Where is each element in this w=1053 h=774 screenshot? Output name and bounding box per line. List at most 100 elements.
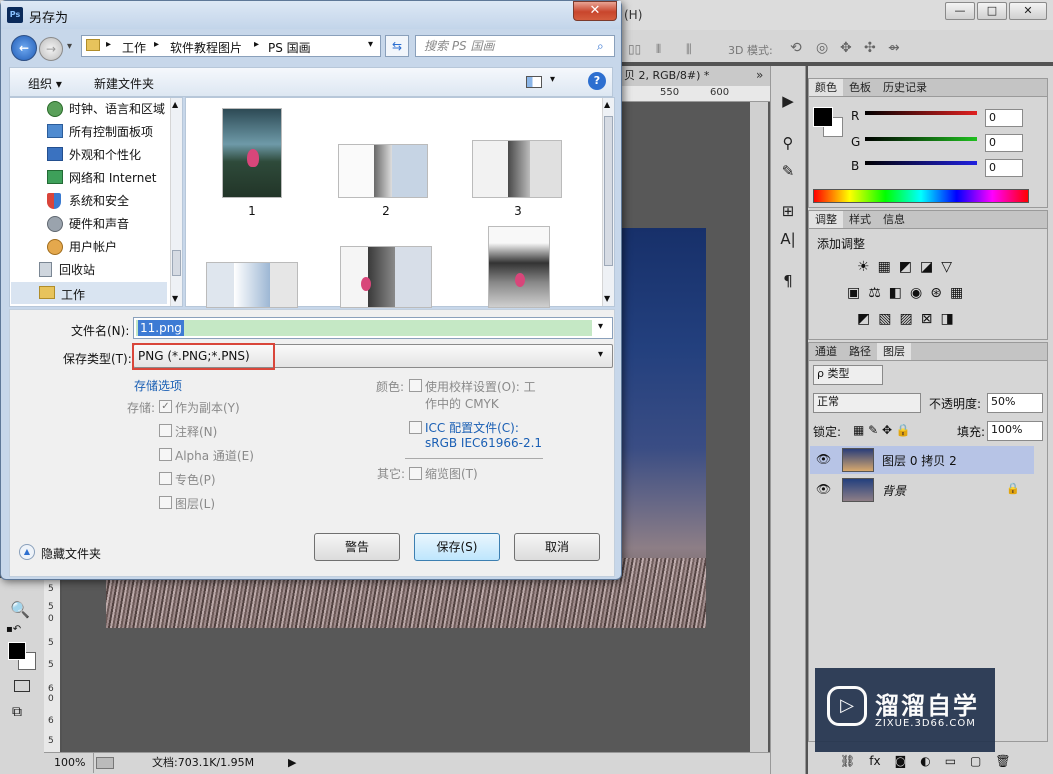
doc-tab[interactable]: 贝 2, RGB/8#) *: [620, 66, 770, 86]
status-arrow-icon[interactable]: ▶: [288, 753, 296, 773]
align-icon[interactable]: ▯▯: [628, 42, 641, 56]
exposure-icon[interactable]: ◪: [920, 259, 933, 275]
files-scroll-thumb[interactable]: [604, 116, 613, 266]
3d-rotate-icon[interactable]: ⟲: [790, 40, 802, 56]
file-label[interactable]: 1: [222, 204, 282, 218]
refresh-icon[interactable]: ⇆: [385, 35, 409, 57]
foreground-color-swatch[interactable]: [8, 642, 26, 660]
nav-scroll-thumb[interactable]: [172, 250, 181, 276]
organize-button[interactable]: 组织 ▾: [28, 75, 62, 92]
filename-value[interactable]: 11.png: [138, 320, 184, 336]
new-layer-icon[interactable]: ▢: [970, 754, 981, 768]
bw-icon[interactable]: ◧: [889, 285, 902, 301]
file-list[interactable]: ▲ ▼ 1 2 3: [185, 97, 615, 308]
align-h-icon[interactable]: ⫼: [686, 42, 692, 57]
nav-scrollbar[interactable]: ▲ ▼: [170, 98, 182, 306]
search-icon[interactable]: ⌕: [597, 39, 604, 54]
play-icon[interactable]: ▶: [777, 90, 799, 112]
scroll-down-icon[interactable]: ▼: [172, 294, 178, 303]
view-icon[interactable]: [526, 76, 542, 88]
scroll-up-icon[interactable]: ▲: [172, 100, 178, 109]
fx-icon[interactable]: fx: [869, 754, 880, 768]
back-button[interactable]: ←: [11, 35, 37, 61]
recent-dropdown-icon[interactable]: ▾: [67, 41, 72, 52]
dialog-close-button[interactable]: ✕: [573, 1, 617, 21]
channel-b-value[interactable]: 0: [985, 159, 1023, 177]
layer-filter-select[interactable]: ρ 类型: [813, 365, 883, 385]
tab-adjustments[interactable]: 调整: [809, 211, 843, 228]
collapse-icon[interactable]: ▲: [19, 544, 35, 560]
3d-slide-icon[interactable]: ✣: [864, 40, 876, 56]
tab-channels[interactable]: 通道: [809, 343, 843, 360]
tab-layers[interactable]: 图层: [877, 343, 911, 360]
file-thumbnail[interactable]: [206, 262, 298, 308]
layer-row[interactable]: 👁 图层 0 拷贝 2: [810, 446, 1034, 474]
default-colors-icon[interactable]: ▪↶: [6, 624, 21, 635]
channel-g-slider[interactable]: [865, 137, 977, 141]
character-icon[interactable]: A|: [777, 228, 799, 250]
trash-icon[interactable]: 🗑: [995, 754, 1010, 768]
channel-g-value[interactable]: 0: [985, 134, 1023, 152]
3d-roll-icon[interactable]: ◎: [816, 40, 828, 56]
invert-icon[interactable]: ◩: [857, 311, 870, 327]
gradient-map-icon[interactable]: ◨: [940, 311, 953, 327]
files-scrollbar[interactable]: ▲ ▼: [602, 98, 614, 306]
close-window-button[interactable]: ✕: [1009, 2, 1047, 20]
3d-pan-icon[interactable]: ✥: [840, 40, 852, 56]
link-icon[interactable]: ⛓: [840, 754, 855, 768]
file-label[interactable]: 3: [488, 204, 548, 218]
zoom-tool-icon[interactable]: 🔍: [10, 600, 30, 619]
tab-color[interactable]: 颜色: [809, 79, 843, 96]
layer-name[interactable]: 图层 0 拷贝 2: [882, 452, 957, 469]
sidebar-item-work[interactable]: 工作: [11, 282, 167, 304]
channel-b-slider[interactable]: [865, 161, 977, 165]
layer-name[interactable]: 背景: [882, 482, 906, 499]
group-icon[interactable]: ▭: [945, 754, 956, 768]
breadcrumb-item[interactable]: PS 国画: [268, 39, 311, 56]
channel-mixer-icon[interactable]: ⊛: [930, 285, 942, 301]
tab-swatches[interactable]: 色板: [843, 79, 877, 96]
screen-mode-icon[interactable]: ⧉: [12, 704, 22, 720]
minimize-button[interactable]: —: [945, 2, 975, 20]
visibility-eye-icon[interactable]: 👁: [816, 482, 831, 496]
photo-filter-icon[interactable]: ◉: [910, 285, 922, 301]
share-icon[interactable]: [96, 757, 114, 769]
icc-label[interactable]: ICC 配置文件(C):: [425, 419, 519, 436]
canvas-scrollbar[interactable]: [750, 102, 768, 752]
checkbox[interactable]: [409, 467, 422, 480]
brush-icon[interactable]: ✎: [777, 160, 799, 182]
breadcrumb-item[interactable]: 工作: [122, 39, 146, 56]
fill-input[interactable]: 100%: [987, 421, 1043, 441]
file-thumbnail[interactable]: [472, 140, 562, 198]
maximize-button[interactable]: □: [977, 2, 1007, 20]
opacity-input[interactable]: 50%: [987, 393, 1043, 413]
mask-icon[interactable]: ◙: [895, 754, 907, 768]
color-spectrum[interactable]: [813, 189, 1029, 203]
lock-icons[interactable]: ▦ ✎ ✥ 🔒: [853, 423, 911, 437]
adjust-layer-icon[interactable]: ◐: [920, 754, 930, 768]
filetype-dropdown-icon[interactable]: ▾: [598, 349, 603, 360]
file-thumbnail[interactable]: [340, 246, 432, 308]
scroll-down-icon[interactable]: ▼: [604, 294, 610, 303]
tab-paths[interactable]: 路径: [843, 343, 877, 360]
quick-mask-icon[interactable]: [14, 680, 30, 692]
posterize-icon[interactable]: ▧: [878, 311, 891, 327]
tab-styles[interactable]: 样式: [843, 211, 877, 228]
layer-row[interactable]: 👁 背景 🔒: [810, 476, 1034, 504]
fg-color-swatch[interactable]: [813, 107, 833, 127]
checkbox[interactable]: [159, 448, 172, 461]
channel-r-slider[interactable]: [865, 111, 977, 115]
vibrance-icon[interactable]: ▽: [941, 259, 952, 275]
file-label[interactable]: 2: [356, 204, 416, 218]
file-thumbnail[interactable]: [488, 226, 550, 308]
distribute-icon[interactable]: ⫴: [656, 42, 661, 57]
warning-button[interactable]: 警告: [314, 533, 400, 561]
levels-icon[interactable]: ▦: [878, 259, 891, 275]
blend-mode-select[interactable]: 正常: [813, 393, 921, 413]
tab-info[interactable]: 信息: [877, 211, 911, 228]
color-lookup-icon[interactable]: ▦: [950, 285, 963, 301]
help-icon[interactable]: ?: [588, 72, 606, 90]
visibility-eye-icon[interactable]: 👁: [816, 452, 831, 466]
zoom-level[interactable]: 100%: [54, 753, 95, 773]
panel-collapse-icon[interactable]: »: [756, 68, 763, 82]
